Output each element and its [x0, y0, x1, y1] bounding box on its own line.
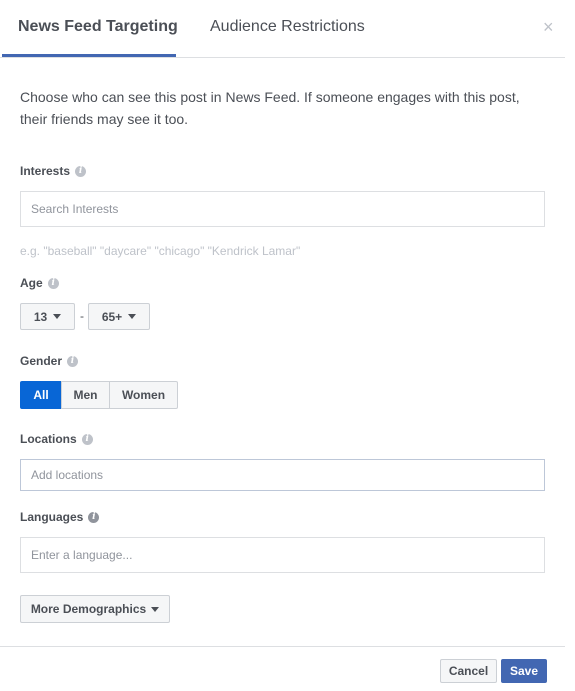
- more-demographics-button[interactable]: More Demographics: [20, 595, 170, 623]
- info-icon[interactable]: i: [81, 433, 93, 445]
- languages-input[interactable]: Enter a language...: [20, 537, 545, 573]
- languages-placeholder: Enter a language...: [31, 548, 133, 562]
- gender-label-text: Gender: [20, 354, 63, 368]
- age-min-select[interactable]: 13: [20, 303, 75, 330]
- info-icon[interactable]: i: [75, 165, 87, 177]
- age-min-value: 13: [33, 309, 48, 324]
- locations-label-text: Locations: [20, 432, 77, 446]
- gender-women-button[interactable]: Women: [109, 381, 178, 409]
- info-icon[interactable]: i: [67, 355, 79, 367]
- languages-label: Languages i: [20, 510, 100, 524]
- interests-label: Interests i: [20, 164, 87, 178]
- gender-men-button[interactable]: Men: [61, 381, 110, 409]
- tab-bar: News Feed Targeting Audience Restriction…: [0, 0, 565, 58]
- locations-placeholder: Add locations: [31, 468, 104, 482]
- targeting-dialog: News Feed Targeting Audience Restriction…: [0, 0, 565, 691]
- interests-hint: e.g. "baseball" "daycare" "chicago" "Ken…: [20, 244, 301, 258]
- chevron-down-icon: [151, 606, 160, 612]
- gender-segmented-control: All Men Women: [20, 381, 178, 409]
- info-icon[interactable]: i: [47, 277, 59, 289]
- interests-label-text: Interests: [20, 164, 71, 178]
- age-label: Age i: [20, 276, 59, 290]
- age-max-select[interactable]: 65+: [88, 303, 150, 330]
- age-max-value: 65+: [101, 309, 123, 324]
- footer-divider: [0, 646, 565, 647]
- interests-placeholder: Search Interests: [31, 202, 119, 216]
- locations-input[interactable]: Add locations: [20, 459, 545, 491]
- tab-audience-restrictions[interactable]: Audience Restrictions: [210, 18, 365, 36]
- gender-all-button[interactable]: All: [20, 381, 62, 409]
- cancel-button[interactable]: Cancel: [440, 659, 497, 683]
- languages-label-text: Languages: [20, 510, 84, 524]
- info-icon[interactable]: i: [88, 511, 100, 523]
- locations-label: Locations i: [20, 432, 93, 446]
- tab-news-feed-targeting[interactable]: News Feed Targeting: [18, 18, 178, 36]
- chevron-down-icon: [128, 314, 137, 319]
- more-demographics-label: More Demographics: [30, 602, 147, 616]
- close-icon[interactable]: ×: [543, 17, 554, 37]
- age-label-text: Age: [20, 276, 43, 290]
- age-separator: -: [80, 309, 84, 323]
- chevron-down-icon: [53, 314, 62, 319]
- description: Choose who can see this post in News Fee…: [20, 89, 520, 127]
- save-button[interactable]: Save: [501, 659, 547, 683]
- interests-search-input[interactable]: Search Interests: [20, 191, 545, 227]
- active-tab-indicator: [2, 54, 176, 57]
- gender-label: Gender i: [20, 354, 79, 368]
